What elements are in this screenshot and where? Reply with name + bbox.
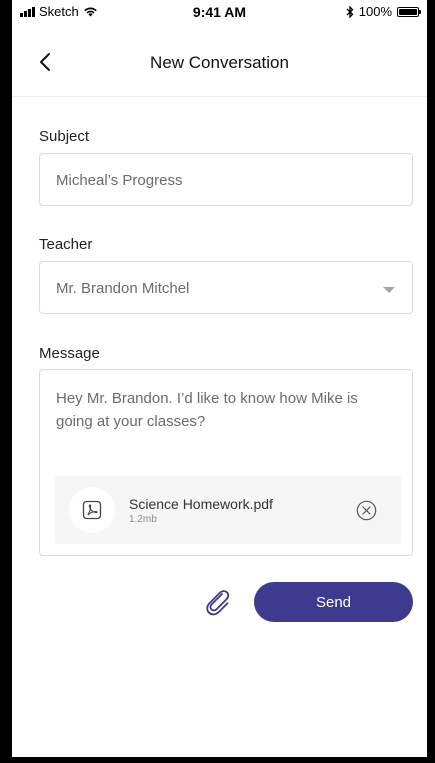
message-textarea[interactable]: Hey Mr. Brandon. I’d like to know how Mi…: [39, 369, 413, 556]
file-badge: [69, 487, 115, 533]
caret-down-icon: [383, 287, 395, 293]
remove-attachment-button[interactable]: [356, 500, 377, 521]
battery-percent: 100%: [358, 4, 392, 19]
navigation-bar: New Conversation: [12, 26, 427, 97]
battery-icon: [397, 6, 421, 17]
teacher-label: Teacher: [39, 236, 93, 253]
attach-file-button[interactable]: [202, 588, 234, 616]
attachment-card: Science Homework.pdf 1.2mb: [55, 476, 401, 544]
status-right: 100%: [346, 4, 421, 19]
bluetooth-icon: [346, 5, 354, 18]
message-label: Message: [39, 345, 100, 362]
page-title: New Conversation: [150, 53, 289, 72]
pdf-file-icon: [82, 500, 102, 520]
teacher-value: Mr. Brandon Mitchel: [56, 280, 190, 297]
attachment-name: Science Homework.pdf: [129, 496, 273, 512]
subject-value: Micheal’s Progress: [56, 172, 183, 189]
close-circle-icon: [356, 500, 377, 521]
message-value: Hey Mr. Brandon. I’d like to know how Mi…: [56, 390, 358, 430]
phone-screen: Sketch 9:41 AM 100% New Conversation Sub…: [12, 0, 427, 757]
attachment-size: 1.2mb: [129, 514, 157, 525]
subject-label: Subject: [39, 128, 90, 145]
teacher-select[interactable]: Mr. Brandon Mitchel: [39, 261, 413, 314]
paperclip-icon: [206, 590, 230, 616]
send-button[interactable]: Send: [254, 582, 413, 622]
status-bar: Sketch 9:41 AM 100%: [12, 0, 427, 22]
subject-input[interactable]: Micheal’s Progress: [39, 153, 413, 206]
